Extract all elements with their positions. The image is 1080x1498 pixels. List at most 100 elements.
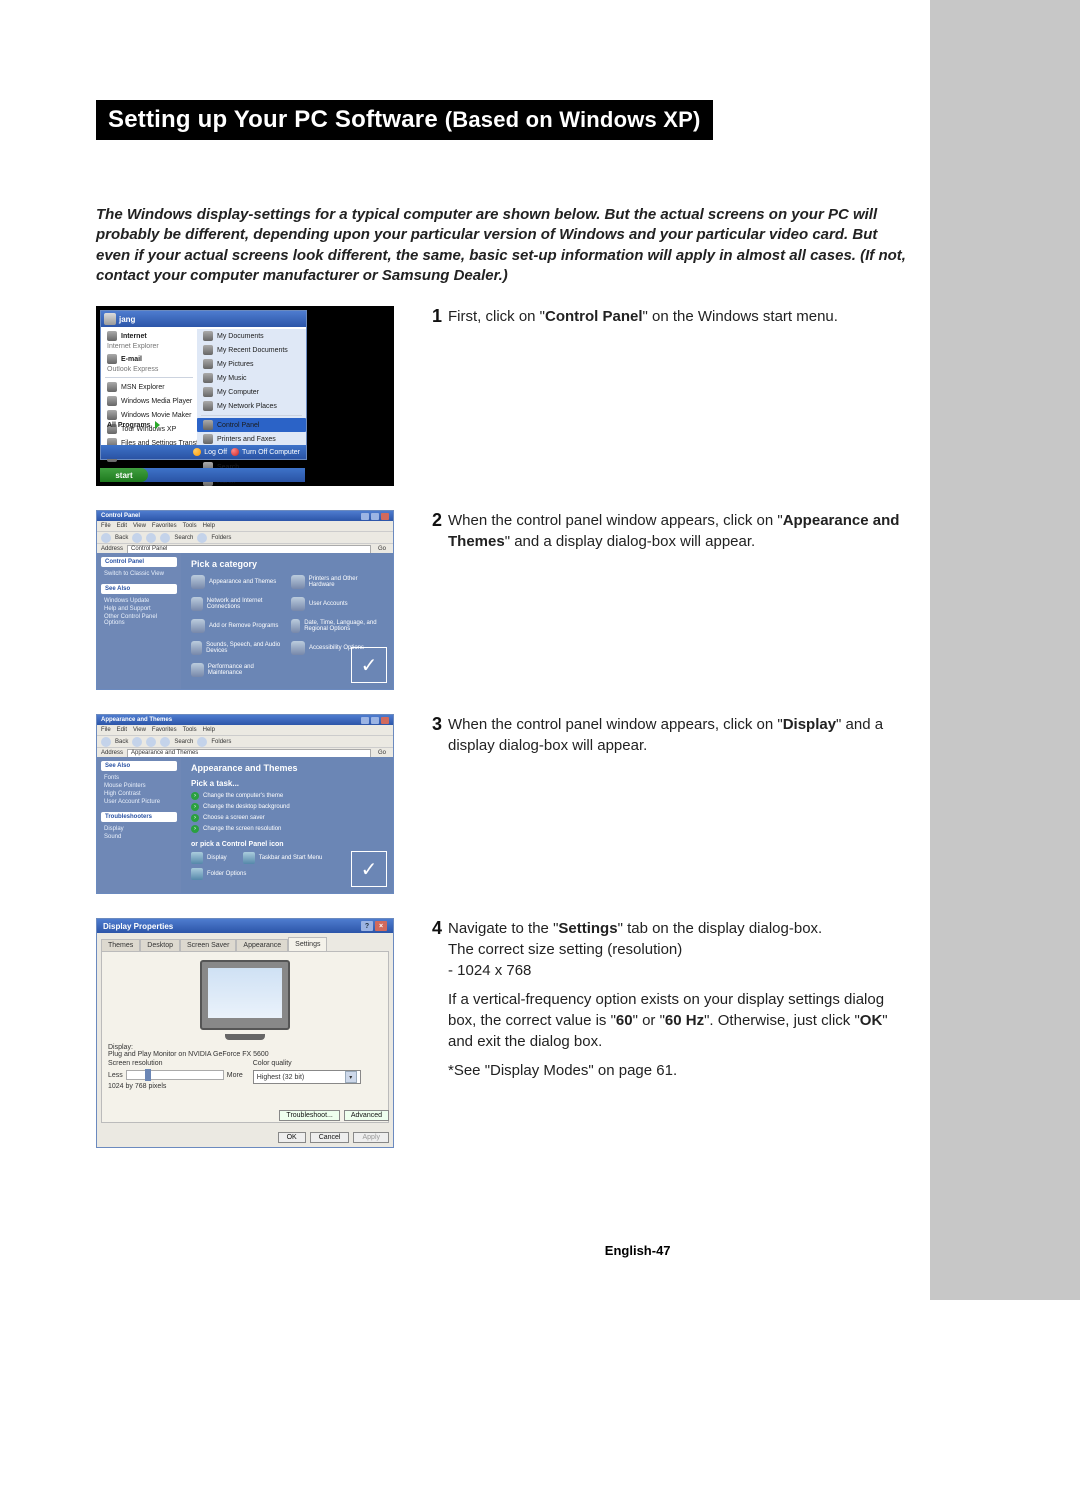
start-button[interactable]: start bbox=[100, 468, 148, 482]
menu-favorites[interactable]: Favorites bbox=[152, 523, 177, 529]
folders-icon[interactable] bbox=[197, 533, 207, 543]
menu-view[interactable]: View bbox=[133, 523, 146, 529]
menu-help[interactable]: Help bbox=[203, 727, 215, 733]
side-fonts[interactable]: Fonts bbox=[101, 774, 177, 782]
maximize-button[interactable] bbox=[371, 717, 379, 724]
other-options[interactable]: Other Control Panel Options bbox=[101, 613, 177, 627]
search-icon[interactable] bbox=[160, 533, 170, 543]
start-item-computer[interactable]: My Computer bbox=[197, 385, 306, 399]
start-item-recent[interactable]: My Recent Documents bbox=[197, 343, 306, 357]
maximize-button[interactable] bbox=[371, 513, 379, 520]
start-item-email[interactable]: E-mail bbox=[101, 352, 197, 366]
start-item-wmp[interactable]: Windows Media Player bbox=[101, 394, 197, 408]
menu-tools[interactable]: Tools bbox=[183, 523, 197, 529]
icon-display[interactable]: Display bbox=[191, 852, 227, 864]
shutdown-button[interactable]: Turn Off Computer bbox=[231, 448, 300, 456]
side-sound[interactable]: Sound bbox=[101, 833, 177, 841]
back-label[interactable]: Back bbox=[115, 739, 128, 745]
cat-users[interactable]: User Accounts bbox=[291, 597, 383, 611]
cat-addremove[interactable]: Add or Remove Programs bbox=[191, 619, 283, 633]
help-and-support[interactable]: Help and Support bbox=[101, 605, 177, 613]
close-button[interactable]: × bbox=[375, 921, 387, 931]
side-mouse[interactable]: Mouse Pointers bbox=[101, 782, 177, 790]
troubleshoot-button[interactable]: Troubleshoot... bbox=[279, 1110, 339, 1121]
close-button[interactable] bbox=[381, 513, 389, 520]
task-resolution[interactable]: ›Change the screen resolution bbox=[191, 825, 383, 833]
start-item-network[interactable]: My Network Places bbox=[197, 399, 306, 413]
all-programs[interactable]: All Programs bbox=[107, 421, 160, 429]
icon-folder-options[interactable]: Folder Options bbox=[191, 868, 246, 880]
cancel-button[interactable]: Cancel bbox=[310, 1132, 350, 1143]
cat-network[interactable]: Network and Internet Connections bbox=[191, 597, 283, 611]
side-highcontrast[interactable]: High Contrast bbox=[101, 790, 177, 798]
icon-display-label: Display bbox=[207, 855, 227, 861]
cat-performance[interactable]: Performance and Maintenance bbox=[191, 663, 283, 677]
menu-edit[interactable]: Edit bbox=[117, 727, 127, 733]
go-button[interactable]: Go bbox=[375, 750, 389, 756]
troubleshoot-header: Troubleshooters bbox=[101, 812, 177, 822]
task-background-label: Change the desktop background bbox=[203, 804, 290, 810]
task-screensaver-label: Choose a screen saver bbox=[203, 815, 265, 821]
minimize-button[interactable] bbox=[361, 717, 369, 724]
up-icon[interactable] bbox=[146, 533, 156, 543]
cat-appearance[interactable]: Appearance and Themes bbox=[191, 575, 283, 589]
back-icon[interactable] bbox=[101, 737, 111, 747]
start-item-wmm[interactable]: Windows Movie Maker bbox=[101, 408, 197, 422]
start-item-internet[interactable]: Internet bbox=[101, 329, 197, 343]
up-icon[interactable] bbox=[146, 737, 156, 747]
search-label[interactable]: Search bbox=[174, 739, 193, 745]
start-menu-right-col: My Documents My Recent Documents My Pict… bbox=[197, 329, 306, 445]
forward-icon[interactable] bbox=[132, 737, 142, 747]
side-uap[interactable]: User Account Picture bbox=[101, 798, 177, 806]
cat-sounds[interactable]: Sounds, Speech, and Audio Devices bbox=[191, 641, 283, 655]
folders-label[interactable]: Folders bbox=[211, 535, 231, 541]
windows-update[interactable]: Windows Update bbox=[101, 597, 177, 605]
logoff-button[interactable]: Log Off bbox=[193, 448, 227, 456]
color-quality-select[interactable]: Highest (32 bit) ▾ bbox=[253, 1070, 361, 1084]
s4l1c: " tab on the display dialog-box. bbox=[618, 920, 823, 937]
display-value: Plug and Play Monitor on NVIDIA GeForce … bbox=[108, 1051, 382, 1058]
folders-label[interactable]: Folders bbox=[211, 739, 231, 745]
apply-button[interactable]: Apply bbox=[353, 1132, 389, 1143]
switch-view[interactable]: Switch to Classic View bbox=[101, 570, 177, 578]
start-item-msn[interactable]: MSN Explorer bbox=[101, 380, 197, 394]
slider-knob[interactable] bbox=[145, 1069, 151, 1081]
search-label[interactable]: Search bbox=[174, 535, 193, 541]
menu-tools[interactable]: Tools bbox=[183, 727, 197, 733]
printer-icon bbox=[203, 434, 213, 444]
start-item-music[interactable]: My Music bbox=[197, 371, 306, 385]
advanced-button[interactable]: Advanced bbox=[344, 1110, 389, 1121]
back-icon[interactable] bbox=[101, 533, 111, 543]
forward-icon[interactable] bbox=[132, 533, 142, 543]
cat-datetime[interactable]: Date, Time, Language, and Regional Optio… bbox=[291, 619, 383, 633]
power-icon bbox=[231, 448, 239, 456]
menu-file[interactable]: File bbox=[101, 523, 111, 529]
minimize-button[interactable] bbox=[361, 513, 369, 520]
menu-view[interactable]: View bbox=[133, 727, 146, 733]
start-item-mydocs[interactable]: My Documents bbox=[197, 329, 306, 343]
printers-icon bbox=[291, 575, 305, 589]
cat-printers[interactable]: Printers and Other Hardware bbox=[291, 575, 383, 589]
resolution-slider[interactable] bbox=[126, 1070, 224, 1080]
menu-edit[interactable]: Edit bbox=[117, 523, 127, 529]
s1t1: First, click on " bbox=[448, 308, 545, 325]
start-item-pictures[interactable]: My Pictures bbox=[197, 357, 306, 371]
menu-favorites[interactable]: Favorites bbox=[152, 727, 177, 733]
icon-taskbar[interactable]: Taskbar and Start Menu bbox=[243, 852, 323, 864]
task-screensaver[interactable]: ›Choose a screen saver bbox=[191, 814, 383, 822]
start-item-printers[interactable]: Printers and Faxes bbox=[197, 432, 306, 446]
task-background[interactable]: ›Change the desktop background bbox=[191, 803, 383, 811]
menu-file[interactable]: File bbox=[101, 727, 111, 733]
close-button[interactable] bbox=[381, 717, 389, 724]
back-label[interactable]: Back bbox=[115, 535, 128, 541]
s4l1a: Navigate to the " bbox=[448, 920, 558, 937]
help-button[interactable]: ? bbox=[361, 921, 373, 931]
menu-help[interactable]: Help bbox=[203, 523, 215, 529]
folders-icon[interactable] bbox=[197, 737, 207, 747]
search-icon[interactable] bbox=[160, 737, 170, 747]
ok-button[interactable]: OK bbox=[278, 1132, 306, 1143]
start-item-control-panel[interactable]: Control Panel bbox=[197, 418, 306, 432]
task-theme[interactable]: ›Change the computer's theme bbox=[191, 792, 383, 800]
side-display[interactable]: Display bbox=[101, 825, 177, 833]
go-button[interactable]: Go bbox=[375, 546, 389, 552]
